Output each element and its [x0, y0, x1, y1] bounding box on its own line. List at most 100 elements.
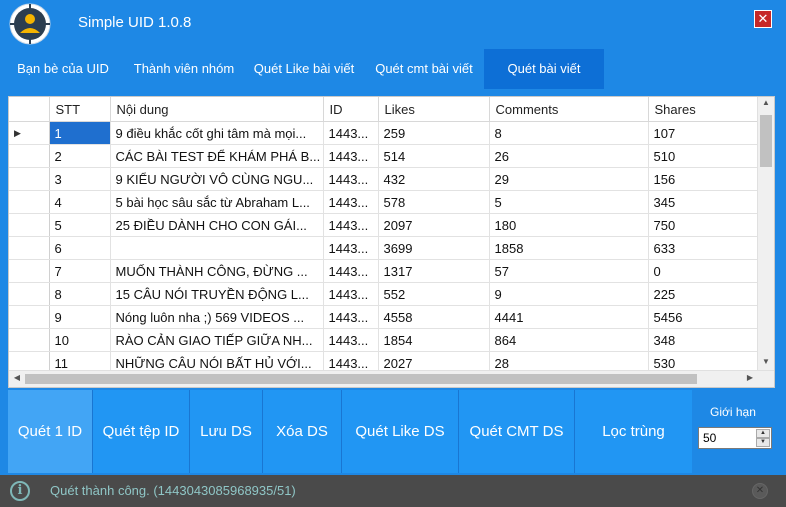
scroll-left-arrow-icon[interactable]: ◀ [9, 373, 25, 382]
table-row[interactable]: 7 MUỐN THÀNH CÔNG, ĐỪNG ... 1443... 1317 57 0 [9, 259, 759, 283]
scroll-up-arrow-icon[interactable]: ▲ [758, 98, 774, 107]
row-header[interactable] [9, 144, 50, 168]
cell-likes[interactable]: 3699 [378, 236, 490, 260]
row-header[interactable] [9, 213, 50, 237]
cell-comments[interactable]: 9 [489, 282, 649, 306]
cell-comments[interactable]: 29 [489, 167, 649, 191]
cell-likes[interactable]: 552 [378, 282, 490, 306]
table-row[interactable]: 6 1443... 3699 1858 633 [9, 236, 759, 260]
posts-grid[interactable]: STT Nội dung ID Likes Comments Shares ▶ 1… [8, 96, 775, 388]
close-button[interactable]: ✕ [754, 10, 772, 28]
cell-stt[interactable]: 2 [49, 144, 111, 168]
cell-stt[interactable]: 5 [49, 213, 111, 237]
cell-content[interactable]: MUỐN THÀNH CÔNG, ĐỪNG ... [110, 259, 324, 283]
table-row[interactable]: 5 25 ĐIỀU DÀNH CHO CON GÁI... 1443... 2097 1… [9, 213, 759, 237]
horizontal-scrollbar[interactable]: ◀ ▶ [9, 370, 774, 387]
cell-stt[interactable]: 6 [49, 236, 111, 260]
tab-group-members[interactable]: Thành viên nhóm [126, 49, 242, 89]
scan-one-id-button[interactable]: Quét 1 ID [8, 390, 93, 473]
limit-stepper[interactable]: 50 ▲ ▼ [698, 427, 772, 449]
scan-id-file-button[interactable]: Quét tệp ID [93, 390, 190, 473]
tab-scan-post-likes[interactable]: Quét Like bài viết [246, 49, 362, 89]
row-header[interactable] [9, 282, 50, 306]
cell-likes[interactable]: 432 [378, 167, 490, 191]
cell-content[interactable]: Nóng luôn nha ;) 569 VIDEOS ... [110, 305, 324, 329]
row-header[interactable] [9, 190, 50, 214]
cell-shares[interactable]: 0 [648, 259, 759, 283]
cell-shares[interactable]: 750 [648, 213, 759, 237]
row-header[interactable] [9, 328, 50, 352]
scan-cmt-list-button[interactable]: Quét CMT DS [459, 390, 575, 473]
table-row[interactable]: 8 15 CÂU NÓI TRUYỀN ĐỘNG L... 1443... 552 9 2… [9, 282, 759, 306]
cell-content[interactable]: 15 CÂU NÓI TRUYỀN ĐỘNG L... [110, 282, 324, 306]
row-header[interactable]: ▶ [9, 121, 50, 145]
row-header[interactable] [9, 259, 50, 283]
status-close-icon[interactable]: ✕ [752, 483, 768, 499]
cell-stt[interactable]: 10 [49, 328, 111, 352]
column-header-shares[interactable]: Shares [648, 97, 759, 122]
table-row[interactable]: 9 Nóng luôn nha ;) 569 VIDEOS ... 1443... 4… [9, 305, 759, 329]
cell-content[interactable]: 9 KIỂU NGƯỜI VÔ CÙNG NGU... [110, 167, 324, 191]
cell-shares[interactable]: 510 [648, 144, 759, 168]
cell-comments[interactable]: 8 [489, 121, 649, 145]
cell-shares[interactable]: 156 [648, 167, 759, 191]
cell-likes[interactable]: 4558 [378, 305, 490, 329]
cell-id[interactable]: 1443... [323, 282, 379, 306]
cell-id[interactable]: 1443... [323, 190, 379, 214]
cell-shares[interactable]: 633 [648, 236, 759, 260]
cell-content[interactable]: 5 bài học sâu sắc từ Abraham L... [110, 190, 324, 214]
cell-likes[interactable]: 514 [378, 144, 490, 168]
cell-content[interactable]: 9 điều khắc cốt ghi tâm mà mọi... [110, 121, 324, 145]
cell-likes[interactable]: 1317 [378, 259, 490, 283]
tab-friends-of-uid[interactable]: Bạn bè của UID [8, 49, 118, 89]
clear-list-button[interactable]: Xóa DS [263, 390, 342, 473]
cell-content[interactable] [110, 236, 324, 260]
cell-id[interactable]: 1443... [323, 236, 379, 260]
cell-id[interactable]: 1443... [323, 328, 379, 352]
stepper-up-icon[interactable]: ▲ [756, 429, 770, 438]
table-row[interactable]: ▶ 1 9 điều khắc cốt ghi tâm mà mọi... 1443.… [9, 121, 759, 145]
cell-comments[interactable]: 26 [489, 144, 649, 168]
scan-like-list-button[interactable]: Quét Like DS [342, 390, 459, 473]
scroll-down-arrow-icon[interactable]: ▼ [758, 357, 774, 366]
cell-comments[interactable]: 180 [489, 213, 649, 237]
column-header-content[interactable]: Nội dung [110, 97, 324, 122]
cell-id[interactable]: 1443... [323, 121, 379, 145]
table-row[interactable]: 39 KIỂU NGƯỜI VÔ CÙNG NGU... 1443... 432 29… [9, 167, 759, 191]
row-header[interactable] [9, 236, 50, 260]
cell-likes[interactable]: 578 [378, 190, 490, 214]
column-header-likes[interactable]: Likes [378, 97, 490, 122]
column-header-id[interactable]: ID [323, 97, 379, 122]
cell-stt[interactable]: 3 [49, 167, 111, 191]
cell-likes[interactable]: 1854 [378, 328, 490, 352]
cell-content[interactable]: CÁC BÀI TEST ĐỂ KHÁM PHÁ B... [110, 144, 324, 168]
cell-likes[interactable]: 259 [378, 121, 490, 145]
cell-comments[interactable]: 57 [489, 259, 649, 283]
horizontal-scroll-thumb[interactable] [25, 374, 697, 384]
save-list-button[interactable]: Lưu DS [190, 390, 263, 473]
cell-id[interactable]: 1443... [323, 213, 379, 237]
row-header[interactable] [9, 305, 50, 329]
row-header[interactable] [9, 167, 50, 191]
vertical-scrollbar[interactable]: ▲ ▼ [757, 97, 774, 371]
limit-value[interactable]: 50 [703, 431, 716, 445]
table-row[interactable]: 10 RÀO CẢN GIAO TIẾP GIỮA NH... 1443... 185… [9, 328, 759, 352]
table-row[interactable]: 2 CÁC BÀI TEST ĐỂ KHÁM PHÁ B... 1443... 514… [9, 144, 759, 168]
cell-stt[interactable]: 7 [49, 259, 111, 283]
cell-id[interactable]: 1443... [323, 305, 379, 329]
cell-comments[interactable]: 1858 [489, 236, 649, 260]
cell-stt[interactable]: 9 [49, 305, 111, 329]
tab-scan-posts[interactable]: Quét bài viết [484, 49, 604, 89]
cell-stt[interactable]: 1 [49, 121, 111, 145]
cell-shares[interactable]: 225 [648, 282, 759, 306]
tab-scan-post-comments[interactable]: Quét cmt bài viết [366, 49, 482, 89]
cell-stt[interactable]: 8 [49, 282, 111, 306]
cell-content[interactable]: RÀO CẢN GIAO TIẾP GIỮA NH... [110, 328, 324, 352]
cell-id[interactable]: 1443... [323, 259, 379, 283]
vertical-scroll-thumb[interactable] [760, 115, 772, 167]
cell-id[interactable]: 1443... [323, 167, 379, 191]
cell-comments[interactable]: 5 [489, 190, 649, 214]
cell-shares[interactable]: 345 [648, 190, 759, 214]
cell-id[interactable]: 1443... [323, 144, 379, 168]
scroll-right-arrow-icon[interactable]: ▶ [742, 373, 758, 382]
